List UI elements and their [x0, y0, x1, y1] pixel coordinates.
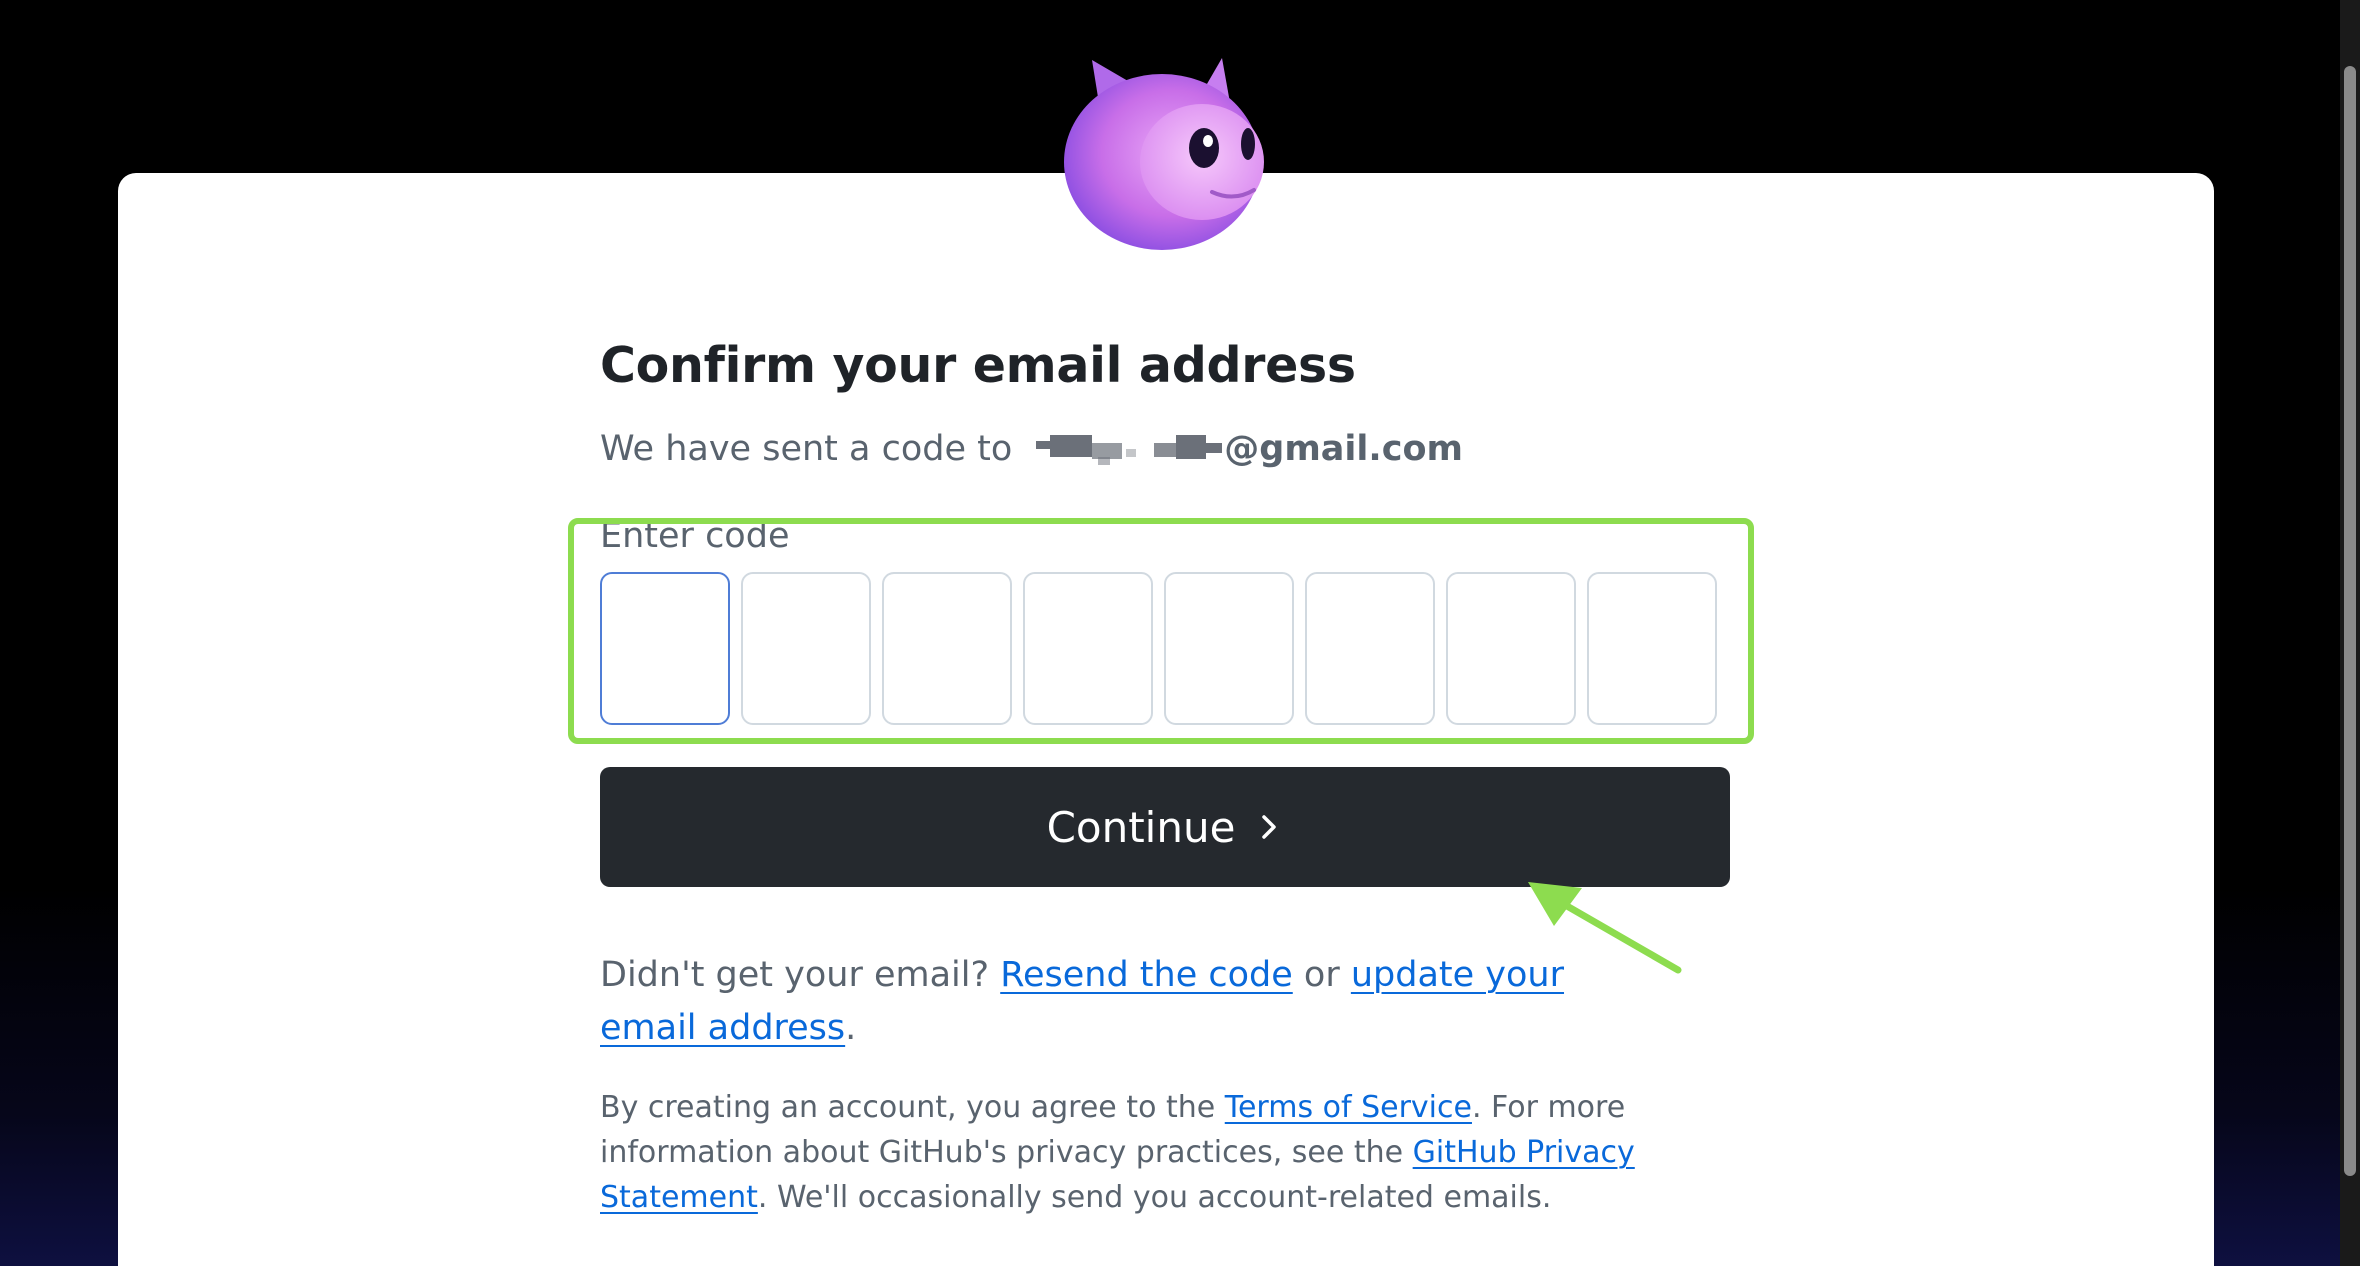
sent-message-prefix: We have sent a code to: [600, 429, 1013, 469]
code-digit-4[interactable]: [1023, 572, 1153, 725]
resend-code-link[interactable]: Resend the code: [1000, 955, 1293, 995]
enter-code-label: Enter code: [600, 516, 790, 556]
continue-button[interactable]: Continue: [600, 767, 1730, 887]
code-input-row: [568, 518, 1754, 744]
resend-or: or: [1303, 955, 1340, 995]
code-digit-6[interactable]: [1305, 572, 1435, 725]
page-title: Confirm your email address: [600, 337, 1356, 394]
legal-part-3: . We'll occasionally send you account-re…: [757, 1180, 1552, 1215]
scrollbar-thumb[interactable]: [2344, 66, 2356, 1176]
code-digit-8[interactable]: [1587, 572, 1717, 725]
resend-suffix: .: [845, 1008, 857, 1048]
code-digit-5[interactable]: [1164, 572, 1294, 725]
resend-prefix: Didn't get your email?: [600, 955, 990, 995]
copilot-mascot-icon: [1064, 58, 1264, 250]
redacted-email-part: [1026, 429, 1224, 469]
legal-part-1: By creating an account, you agree to the: [600, 1090, 1216, 1125]
resend-message: Didn't get your email? Resend the code o…: [600, 949, 1640, 1055]
page: Confirm your email address We have sent …: [0, 0, 2360, 1266]
email-domain: @gmail.com: [1224, 429, 1463, 469]
annotation-arrow-icon: [1528, 882, 1682, 974]
continue-label: Continue: [1046, 802, 1236, 852]
confirm-email-form: Confirm your email address We have sent …: [568, 330, 1754, 1220]
chevron-right-icon: [1262, 815, 1277, 839]
terms-of-service-link[interactable]: Terms of Service: [1225, 1090, 1472, 1125]
legal-notice: By creating an account, you agree to the…: [600, 1085, 1660, 1220]
code-digit-3[interactable]: [882, 572, 1012, 725]
sent-code-message: We have sent a code to @gmail.com: [600, 424, 1730, 474]
code-digit-7[interactable]: [1446, 572, 1576, 725]
scrollbar[interactable]: [2340, 0, 2360, 1266]
code-digit-1[interactable]: [600, 572, 730, 725]
code-digit-2[interactable]: [741, 572, 871, 725]
